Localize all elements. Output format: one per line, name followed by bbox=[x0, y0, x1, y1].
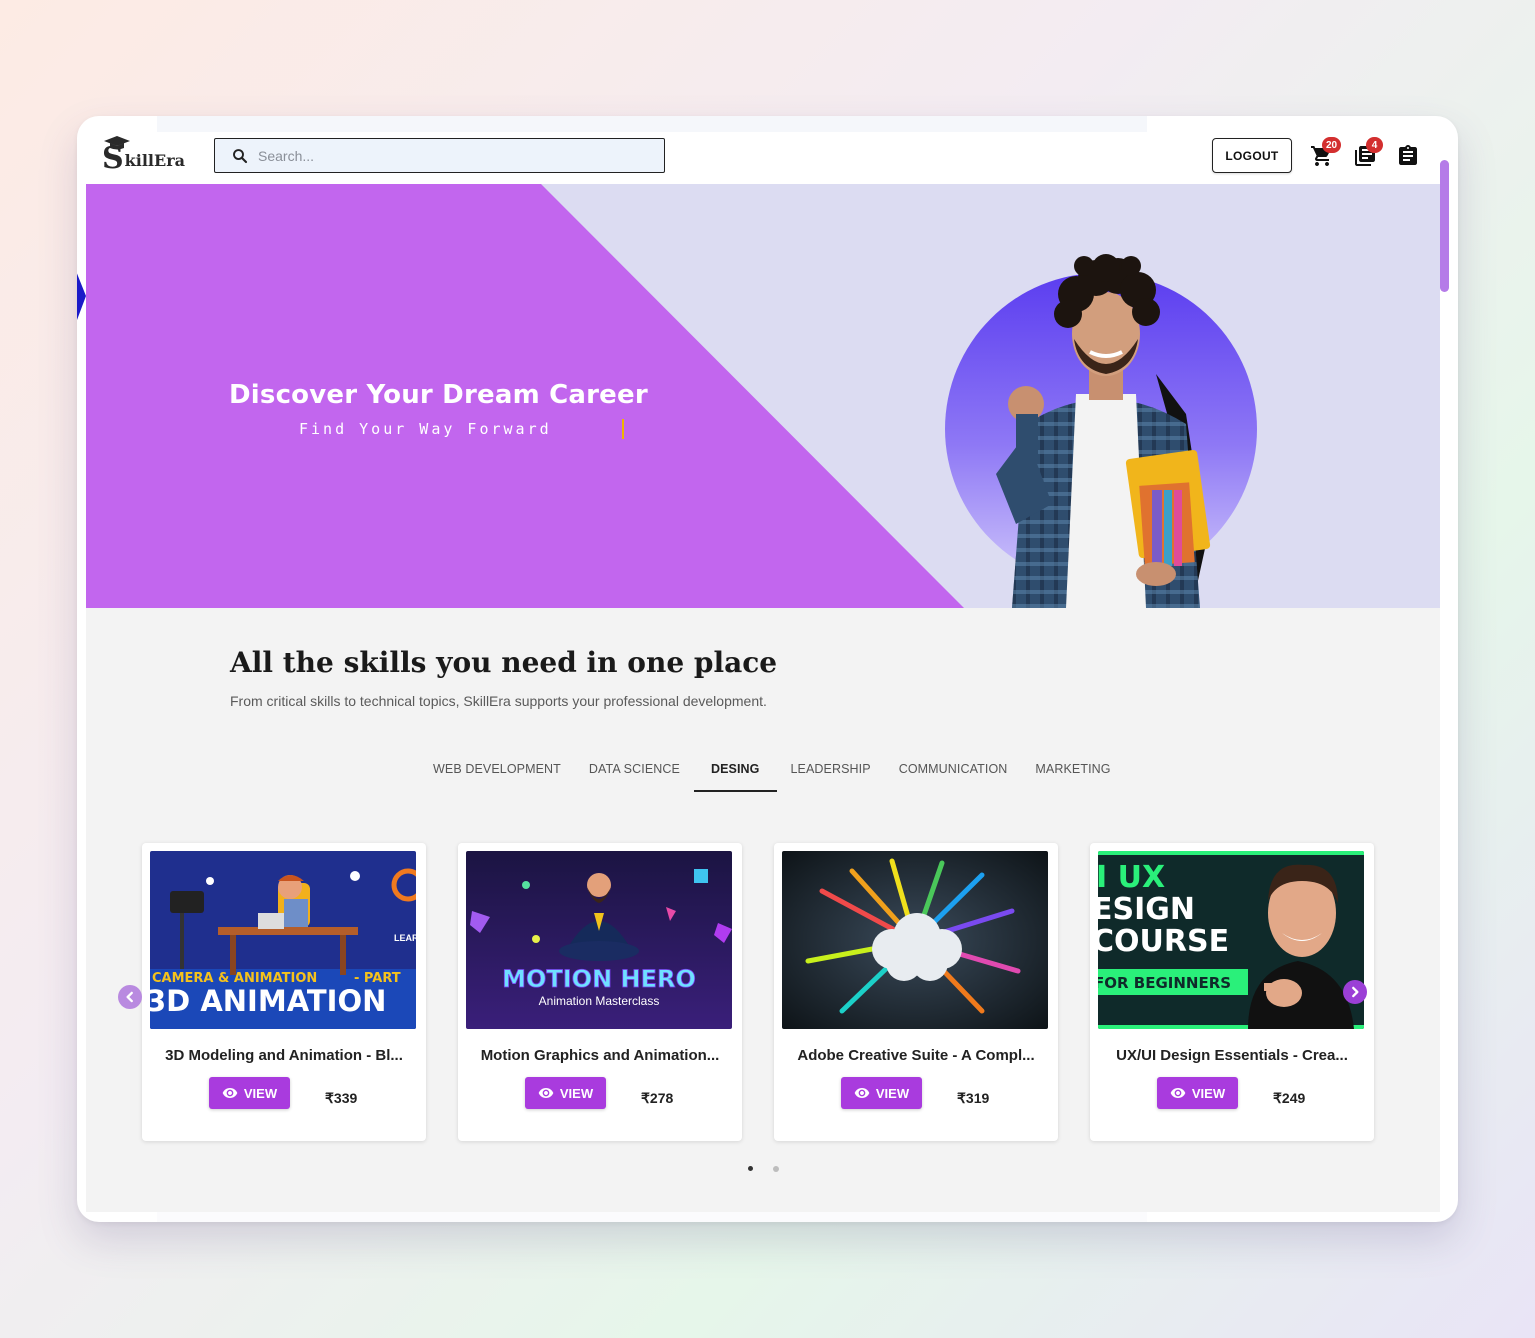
typing-cursor bbox=[622, 419, 624, 439]
scrollbar-thumb[interactable] bbox=[1440, 160, 1449, 292]
course-price: ₹339 bbox=[325, 1090, 358, 1106]
course-title[interactable]: 3D Modeling and Animation - Bl... bbox=[142, 1047, 426, 1064]
course-card[interactable]: MOTION HERO Animation Masterclass Motion… bbox=[458, 843, 742, 1141]
logout-button[interactable]: LOGOUT bbox=[1212, 138, 1292, 173]
view-button[interactable]: VIEW bbox=[209, 1077, 290, 1109]
view-button[interactable]: VIEW bbox=[841, 1077, 922, 1109]
graduation-cap-icon bbox=[104, 136, 130, 150]
clipboard-button[interactable] bbox=[1396, 144, 1420, 168]
library-count-badge: 4 bbox=[1366, 137, 1383, 153]
thumb-line4: FOR BEGINNERS bbox=[1098, 974, 1231, 992]
creative-suite-thumbnail bbox=[782, 851, 1048, 1029]
logo[interactable]: S killEra bbox=[102, 136, 185, 174]
view-button-label: VIEW bbox=[875, 1085, 910, 1101]
thumb-side-text: LEARN ANIMA bbox=[394, 933, 416, 943]
eye-icon bbox=[854, 1088, 870, 1098]
tab-marketing[interactable]: MARKETING bbox=[1021, 748, 1124, 792]
side-drawer-handle[interactable] bbox=[77, 266, 86, 328]
tab-web-development[interactable]: WEB DEVELOPMENT bbox=[419, 748, 575, 792]
thumb-line1: I UX bbox=[1098, 860, 1165, 895]
tab-desing[interactable]: DESING bbox=[693, 748, 777, 792]
eye-icon bbox=[1170, 1088, 1186, 1098]
carousel-prev-button[interactable] bbox=[118, 985, 142, 1009]
category-tabs: WEB DEVELOPMENT DATA SCIENCE DESING LEAD… bbox=[419, 748, 1125, 792]
cart-button[interactable]: 20 bbox=[1310, 137, 1342, 168]
app-window: S killEra LOGOUT 20 4 bbox=[77, 116, 1458, 1222]
view-button-label: VIEW bbox=[1191, 1085, 1226, 1101]
carousel-dot-1[interactable] bbox=[748, 1166, 753, 1171]
eye-icon bbox=[222, 1088, 238, 1098]
course-title[interactable]: Adobe Creative Suite - A Compl... bbox=[774, 1047, 1058, 1064]
skills-section: All the skills you need in one place Fro… bbox=[86, 608, 1440, 1212]
course-card[interactable]: I UX ESIGN COURSE FOR BEGINNERS UX/UI De… bbox=[1090, 843, 1374, 1141]
search-input[interactable] bbox=[258, 147, 638, 164]
view-button-label: VIEW bbox=[243, 1085, 278, 1101]
section-title: All the skills you need in one place bbox=[230, 646, 778, 679]
search-icon bbox=[233, 148, 248, 163]
carousel-next-button[interactable] bbox=[1343, 980, 1367, 1004]
thumb-line2: Animation Masterclass bbox=[539, 994, 660, 1008]
thumb-line2: 3D ANIMATION bbox=[150, 984, 386, 1018]
thumb-line3: COURSE bbox=[1098, 924, 1229, 959]
course-price: ₹319 bbox=[957, 1090, 990, 1106]
3d-animation-thumbnail: LEARN ANIMA CAMERA & ANIMATION - PART 3D… bbox=[150, 851, 416, 1029]
view-button-label: VIEW bbox=[559, 1085, 594, 1101]
tab-data-science[interactable]: DATA SCIENCE bbox=[575, 748, 694, 792]
course-title[interactable]: Motion Graphics and Animation... bbox=[458, 1047, 742, 1064]
carousel-pagination bbox=[748, 1166, 779, 1172]
course-price: ₹249 bbox=[1273, 1090, 1306, 1106]
cart-count-badge: 20 bbox=[1322, 137, 1342, 153]
top-strip bbox=[157, 116, 1147, 132]
tab-communication[interactable]: COMMUNICATION bbox=[885, 748, 1022, 792]
logo-text: killEra bbox=[124, 151, 185, 170]
clipboard-icon bbox=[1399, 145, 1417, 165]
course-title[interactable]: UX/UI Design Essentials - Crea... bbox=[1090, 1047, 1374, 1064]
course-thumbnail[interactable]: MOTION HERO Animation Masterclass bbox=[466, 851, 732, 1029]
hero-subtitle: Find Your Way Forward bbox=[299, 420, 552, 438]
course-thumbnail[interactable] bbox=[782, 851, 1048, 1029]
navbar: S killEra LOGOUT 20 4 bbox=[86, 132, 1440, 184]
hero-title: Discover Your Dream Career bbox=[229, 380, 648, 410]
eye-icon bbox=[538, 1088, 554, 1098]
chevron-left-icon bbox=[126, 991, 133, 1003]
course-thumbnail[interactable]: LEARN ANIMA CAMERA & ANIMATION - PART 3D… bbox=[150, 851, 416, 1029]
section-subtitle: From critical skills to technical topics… bbox=[230, 693, 767, 709]
carousel-dot-2[interactable] bbox=[773, 1166, 779, 1172]
view-button[interactable]: VIEW bbox=[525, 1077, 606, 1109]
motion-hero-thumbnail: MOTION HERO Animation Masterclass bbox=[466, 851, 732, 1029]
thumb-line1: MOTION HERO bbox=[502, 965, 696, 993]
course-card[interactable]: LEARN ANIMA CAMERA & ANIMATION - PART 3D… bbox=[142, 843, 426, 1141]
ux-ui-course-thumbnail: I UX ESIGN COURSE FOR BEGINNERS bbox=[1098, 851, 1364, 1029]
thumb-line2: ESIGN bbox=[1098, 892, 1195, 927]
course-price: ₹278 bbox=[641, 1090, 674, 1106]
search-bar[interactable] bbox=[214, 138, 665, 173]
course-thumbnail[interactable]: I UX ESIGN COURSE FOR BEGINNERS bbox=[1098, 851, 1364, 1029]
course-card[interactable]: Adobe Creative Suite - A Compl... VIEW ₹… bbox=[774, 843, 1058, 1141]
hero-banner: Discover Your Dream Career Find Your Way… bbox=[86, 184, 1440, 608]
view-button[interactable]: VIEW bbox=[1157, 1077, 1238, 1109]
student-illustration bbox=[996, 254, 1211, 608]
bottom-strip bbox=[157, 1212, 1147, 1222]
chevron-right-icon bbox=[1352, 986, 1359, 998]
library-button[interactable]: 4 bbox=[1353, 137, 1383, 168]
tab-leadership[interactable]: LEADERSHIP bbox=[777, 748, 885, 792]
